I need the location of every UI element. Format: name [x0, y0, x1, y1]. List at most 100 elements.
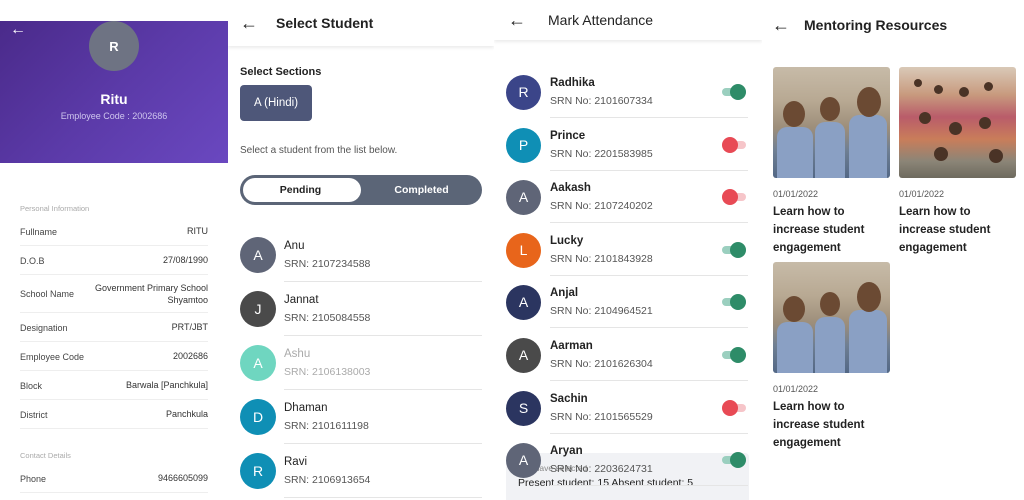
resource-card[interactable]: 01/01/2022 Learn how to increase student… — [773, 262, 893, 452]
app-bar: ← Mark Attendance — [494, 0, 762, 40]
student-info: Jannat SRN: 2105084558 — [284, 282, 482, 336]
student-info: Aakash SRN No: 2107240202 — [550, 171, 748, 223]
avatar: A — [240, 345, 276, 381]
arrow-left-icon[interactable]: ← — [772, 15, 796, 36]
toggle-knob — [730, 293, 746, 310]
student-info: Aryan SRN No: 2203624731 — [550, 434, 748, 486]
student-name: Anjal — [550, 286, 579, 299]
student-srn: SRN No: 2104964521 — [550, 304, 653, 317]
attendance-toggle[interactable] — [722, 136, 746, 153]
app-bar: ← Mentoring Resources — [762, 0, 1024, 50]
info-row: School Name Government Primary School Shy… — [0, 275, 228, 313]
toggle-knob — [730, 346, 746, 363]
list-item[interactable]: R Ravi SRN: 2106913654 — [240, 444, 482, 498]
arrow-left-icon[interactable]: ← — [508, 10, 532, 31]
student-srn: SRN: 2101611198 — [284, 419, 369, 432]
resource-date: 01/01/2022 — [773, 384, 819, 394]
avatar: A — [506, 179, 541, 215]
section-chip[interactable]: A (Hindi) — [240, 85, 312, 121]
avatar: A — [506, 442, 541, 478]
info-value: PRT/JBT — [171, 322, 208, 333]
student-name: Lucky — [550, 234, 584, 247]
attendance-toggle[interactable] — [722, 399, 746, 416]
student-srn: SRN No: 2107240202 — [550, 199, 653, 212]
children-classroom-photo — [773, 67, 890, 178]
avatar: A — [506, 337, 541, 373]
list-item[interactable]: A Anu SRN: 2107234588 — [240, 228, 482, 282]
list-item[interactable]: A Ashu SRN: 2106138003 — [240, 336, 482, 390]
info-label: Designation — [20, 322, 68, 333]
attendance-toggle[interactable] — [722, 241, 746, 258]
attendance-toggle[interactable] — [722, 188, 746, 205]
list-item: P Prince SRN No: 2201583985 — [506, 119, 748, 171]
resource-card[interactable]: 01/01/2022 Learn how to increase student… — [773, 67, 893, 257]
info-label: Employee Code — [20, 351, 85, 362]
student-info: Sachin SRN No: 2101565529 — [550, 382, 748, 434]
student-info: Dhaman SRN: 2101611198 — [284, 390, 482, 444]
profile-panel: ← R Ritu Employee Code : 2002686 Persona… — [0, 0, 228, 500]
arrow-left-icon[interactable]: ← — [10, 21, 26, 39]
page-title: Mentoring Resources — [804, 17, 948, 33]
student-name: Dhaman — [284, 401, 328, 414]
student-srn: SRN: 2107234588 — [284, 257, 371, 270]
attendance-toggle[interactable] — [722, 451, 746, 468]
student-srn: SRN: 2105084558 — [284, 311, 371, 324]
avatar: J — [240, 291, 276, 327]
info-label: School Name — [20, 289, 75, 299]
info-value: Panchkula — [165, 409, 208, 420]
status-toggle: Pending Completed — [240, 175, 482, 205]
page-title: Select Student — [276, 15, 374, 31]
tab-completed[interactable]: Completed — [361, 175, 482, 205]
resources-panel: ← Mentoring Resources 01/01/2022 Learn h… — [762, 0, 1024, 500]
info-value: RITU — [187, 226, 208, 237]
student-info: Aarman SRN No: 2101626304 — [550, 329, 748, 381]
select-student-panel: ← Select Student Select Sections A (Hind… — [228, 0, 494, 500]
toggle-knob — [730, 83, 746, 100]
avatar: D — [240, 399, 276, 435]
list-item[interactable]: J Jannat SRN: 2105084558 — [240, 282, 482, 336]
resource-title[interactable]: Learn how to increase student engagement — [899, 204, 1019, 257]
info-label: D.O.B — [20, 255, 45, 266]
crowded-classroom-photo — [899, 67, 1016, 178]
attendance-toggle[interactable] — [722, 83, 746, 100]
info-value: 27/08/1990 — [162, 255, 208, 266]
student-srn: SRN No: 2101626304 — [550, 357, 653, 370]
toggle-knob — [722, 399, 738, 416]
resource-card[interactable]: 01/01/2022 Learn how to increase student… — [899, 67, 1019, 257]
sections-label: Select Sections — [240, 66, 322, 78]
toggle-knob — [730, 241, 746, 258]
page-title: Mark Attendance — [548, 12, 654, 28]
info-label: Block — [20, 380, 43, 391]
avatar: A — [240, 237, 276, 273]
student-name: Radhika — [550, 76, 595, 89]
list-item: A Anjal SRN No: 2104964521 — [506, 276, 748, 328]
student-info: Ravi SRN: 2106913654 — [284, 444, 482, 498]
toggle-knob — [722, 136, 738, 153]
attendance-toggle[interactable] — [722, 346, 746, 363]
avatar: L — [506, 232, 541, 268]
info-row: Fullname RITU — [0, 217, 228, 246]
contact-details-label: Contact Details — [20, 451, 71, 460]
tab-pending[interactable]: Pending — [240, 175, 361, 205]
app-bar: ← Select Student — [228, 0, 494, 46]
resource-title[interactable]: Learn how to increase student engagement — [773, 399, 893, 452]
resource-date: 01/01/2022 — [899, 189, 945, 199]
arrow-left-icon[interactable]: ← — [240, 13, 264, 34]
student-info: Ashu SRN: 2106138003 — [284, 336, 482, 390]
student-srn: SRN No: 2203624731 — [550, 462, 653, 475]
resource-date: 01/01/2022 — [773, 189, 819, 199]
list-item[interactable]: D Dhaman SRN: 2101611198 — [240, 390, 482, 444]
resource-title[interactable]: Learn how to increase student engagement — [773, 204, 893, 257]
info-row: Block Barwala [Panchkula] — [0, 371, 228, 400]
info-row: D.O.B 27/08/1990 — [0, 246, 228, 275]
hint-text: Select a student from the list below. — [240, 145, 398, 156]
student-name: Ashu — [284, 347, 311, 360]
list-item: S Sachin SRN No: 2101565529 — [506, 382, 748, 434]
personal-info-label: Personal Information — [20, 204, 90, 213]
student-info: Lucky SRN No: 2101843928 — [550, 224, 748, 276]
student-info: Prince SRN No: 2201583985 — [550, 119, 748, 171]
list-item: R Radhika SRN No: 2101607334 — [506, 66, 748, 118]
student-srn: SRN No: 2101607334 — [550, 94, 653, 107]
attendance-toggle[interactable] — [722, 293, 746, 310]
student-srn: SRN No: 2101843928 — [550, 252, 653, 265]
